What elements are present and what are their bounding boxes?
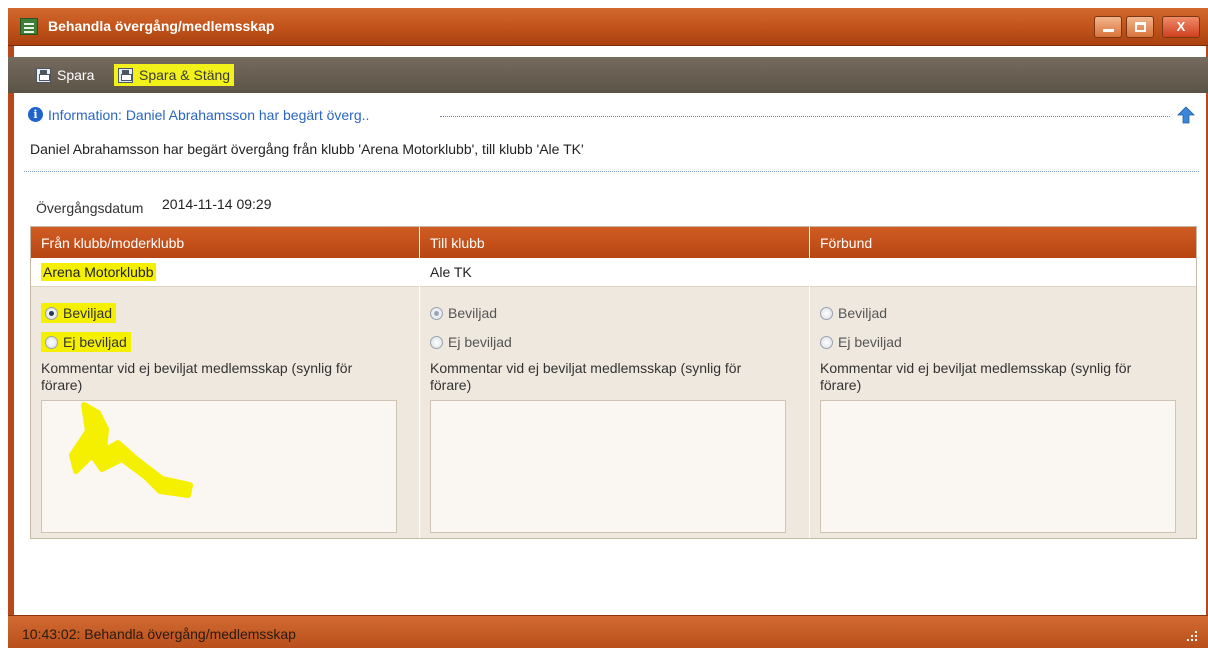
radio-denied-label: Ej beviljad [838, 334, 902, 350]
close-icon: X [1176, 19, 1186, 34]
comment-label: Kommentar vid ej beviljat medlemsskap (s… [820, 360, 1132, 393]
radio-approved-label: Beviljad [838, 305, 888, 321]
form-icon [20, 18, 38, 35]
radio-denied[interactable]: Ej beviljad [41, 332, 131, 352]
status-text: 10:43:02: Behandla övergång/medlemsskap [22, 626, 296, 642]
comment-textarea[interactable] [820, 400, 1176, 533]
column-header: Till klubb [420, 227, 809, 258]
save-and-close-label: Spara & Stäng [139, 67, 231, 83]
radio-button[interactable] [430, 335, 443, 349]
save-button-label: Spara [57, 67, 95, 83]
maximize-button[interactable] [1126, 16, 1154, 38]
club-name: Ale TK [430, 264, 472, 280]
comment-label: Kommentar vid ej beviljat medlemsskap (s… [430, 360, 742, 393]
radio-approved[interactable]: Beviljad [41, 303, 117, 323]
radio-button-checked[interactable] [430, 306, 443, 320]
club-name-cell: Arena Motorklubb [31, 258, 419, 287]
comment-textarea[interactable] [430, 400, 786, 533]
transfer-date-value: 2014-11-14 09:29 [162, 196, 272, 212]
status-bar: 10:43:02: Behandla övergång/medlemsskap [8, 615, 1208, 648]
floppy-disk-icon [118, 67, 133, 83]
column-to-club: Till klubb Ale TK Beviljad Ej beviljad K… [419, 227, 809, 538]
save-button[interactable]: Spara [32, 64, 98, 86]
title-bar[interactable]: Behandla övergång/medlemsskap X [8, 8, 1208, 46]
maximize-icon [1135, 22, 1146, 32]
resize-grip-icon[interactable] [1186, 630, 1198, 642]
radio-denied-highlight: Ej beviljad [41, 332, 131, 352]
radio-approved-label: Beviljad [448, 305, 498, 321]
info-divider [440, 116, 1170, 117]
save-and-close-button[interactable]: Spara & Stäng [114, 64, 235, 86]
minimize-icon [1103, 29, 1114, 32]
toolbar: Spara Spara & Stäng [8, 57, 1208, 93]
minimize-button[interactable] [1094, 16, 1122, 38]
radio-approved[interactable]: Beviljad [430, 305, 497, 321]
close-button[interactable]: X [1162, 16, 1200, 38]
radio-button-checked[interactable] [45, 306, 58, 320]
window-title: Behandla övergång/medlemsskap [48, 18, 275, 34]
club-name-cell: Ale TK [420, 258, 809, 287]
radio-approved-highlight: Beviljad [41, 303, 117, 323]
club-name-cell [810, 258, 1196, 287]
column-header: Förbund [810, 227, 1196, 258]
arrow-up-icon[interactable] [1177, 106, 1195, 124]
radio-button[interactable] [820, 306, 833, 320]
info-header[interactable]: Information: Daniel Abrahamsson har begä… [48, 107, 369, 123]
transfer-date-label: Övergångsdatum [36, 200, 144, 216]
floppy-disk-icon [36, 67, 51, 83]
column-federation: Förbund Beviljad Ej beviljad Kommentar v… [809, 227, 1196, 538]
radio-button[interactable] [820, 335, 833, 349]
radio-approved-label: Beviljad [63, 305, 113, 321]
info-message: Daniel Abrahamsson har begärt övergång f… [30, 141, 584, 157]
info-separator [24, 171, 1199, 172]
club-name: Arena Motorklubb [41, 263, 156, 281]
radio-button[interactable] [45, 335, 58, 349]
info-icon: i [28, 107, 43, 122]
highlighter-scribble [69, 402, 193, 498]
radio-denied[interactable]: Ej beviljad [820, 334, 902, 350]
comment-label: Kommentar vid ej beviljat medlemsskap (s… [41, 360, 353, 393]
column-header: Från klubb/moderklubb [31, 227, 419, 258]
radio-denied[interactable]: Ej beviljad [430, 334, 512, 350]
approval-table: Från klubb/moderklubb Arena Motorklubb B… [30, 226, 1197, 539]
radio-approved[interactable]: Beviljad [820, 305, 887, 321]
radio-denied-label: Ej beviljad [63, 334, 127, 350]
radio-denied-label: Ej beviljad [448, 334, 512, 350]
